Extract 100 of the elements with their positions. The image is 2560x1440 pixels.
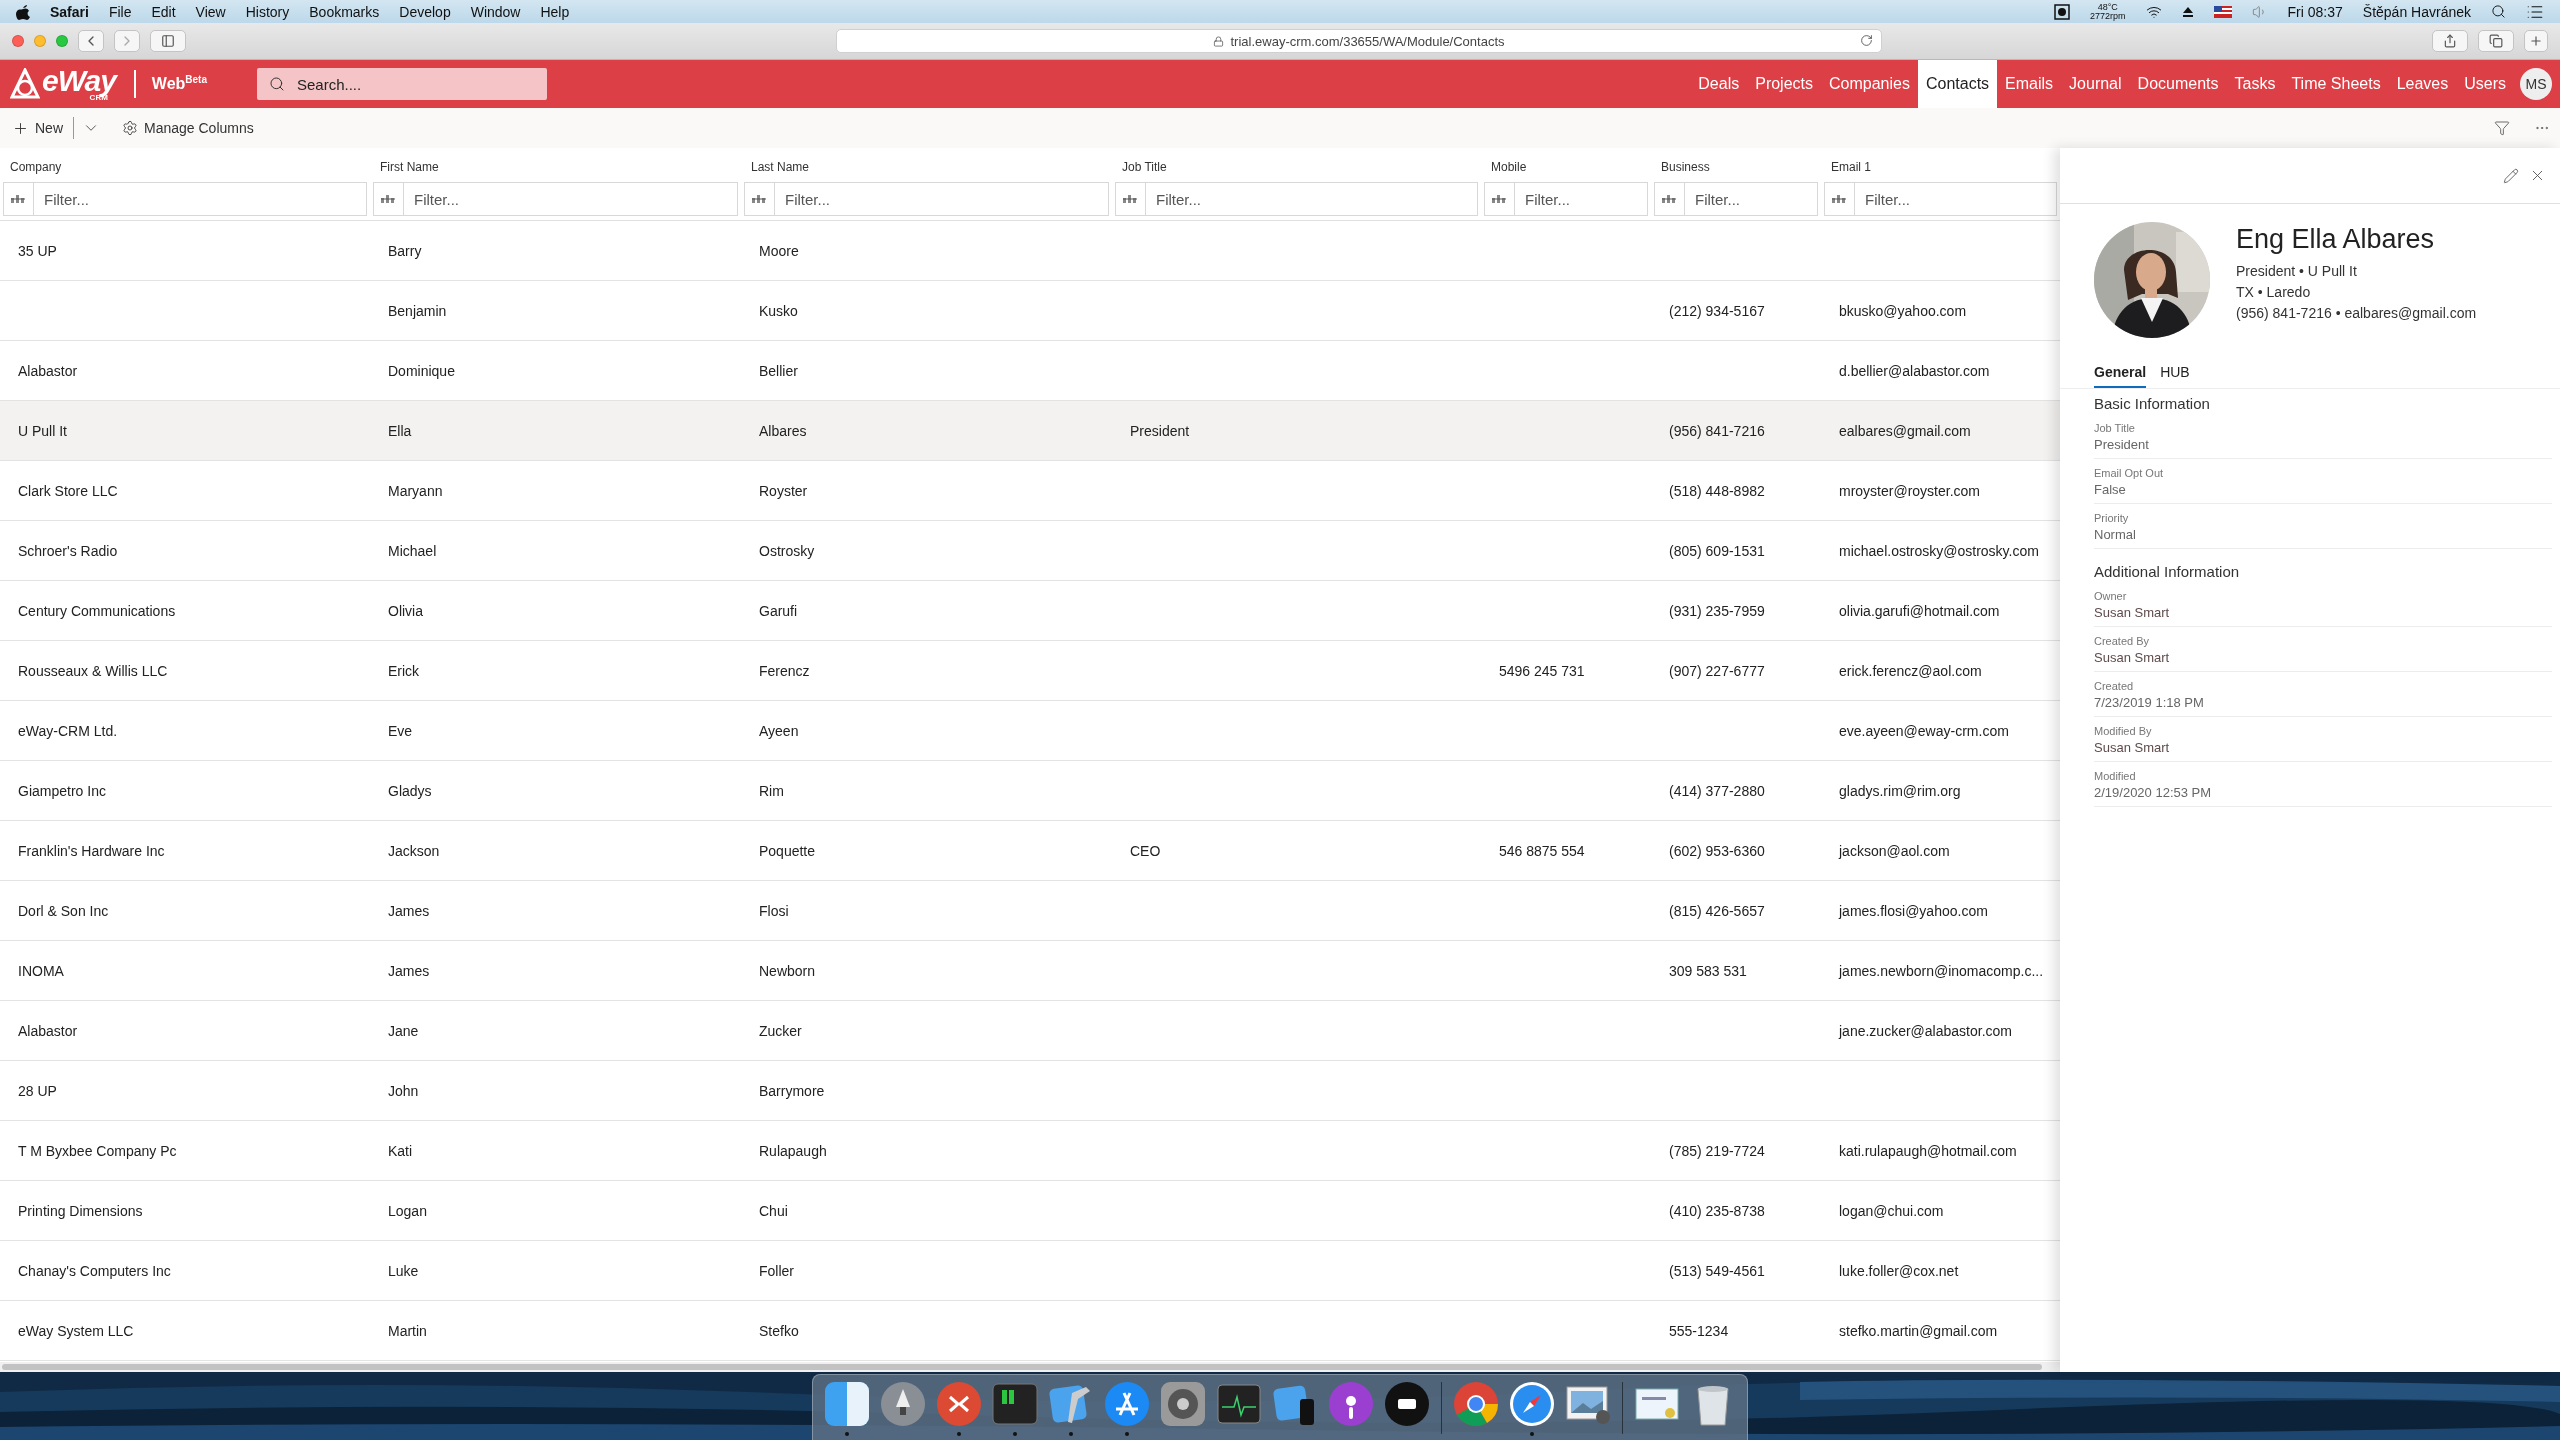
close-button[interactable] xyxy=(12,35,24,47)
product-name: Web$^{Beta}$ xyxy=(151,74,207,94)
podcast-icon[interactable] xyxy=(1326,1379,1376,1429)
scrollbar[interactable] xyxy=(0,1362,2060,1372)
table-cell-text: (518) 448-8982 xyxy=(1668,482,1766,499)
menu-item[interactable]: History xyxy=(245,3,290,20)
fan-icon[interactable] xyxy=(2054,3,2071,20)
table-cell-text: Zucker xyxy=(758,1022,803,1039)
column-header[interactable]: First Name xyxy=(370,148,741,178)
table-cell-text: Ferencz xyxy=(758,662,811,679)
column-header[interactable]: Mobile xyxy=(1481,148,1651,178)
menu-item[interactable]: Help xyxy=(540,3,570,20)
nav-tab[interactable]: Emails xyxy=(1997,60,2062,108)
column-header[interactable]: Last Name xyxy=(741,148,1112,178)
nav-tab[interactable]: Companies xyxy=(1821,60,1918,108)
search-field[interactable]: Search.... xyxy=(257,68,547,100)
eject-icon[interactable] xyxy=(2181,5,2194,18)
table-cell-text: Albares xyxy=(758,422,808,439)
filter-field[interactable]: Filter... xyxy=(1115,182,1478,216)
table-cell-text: olivia.garufi@hotmail.com xyxy=(1838,602,2001,619)
table-row[interactable]: U Pull It Ella Albares President (956) 841-7216 ealbares@gmail.com xyxy=(0,401,2060,461)
new-button[interactable]: New xyxy=(10,119,65,137)
filter-field[interactable]: Filter... xyxy=(1484,182,1648,216)
table-cell-text: luke.foller@cox.net xyxy=(1838,1262,1960,1279)
reload-icon xyxy=(1860,34,1873,47)
rocket-icon[interactable] xyxy=(878,1379,928,1429)
nav-tab[interactable]: Projects xyxy=(1747,60,1821,108)
table-cell-text: (785) 219-7724 xyxy=(1668,1142,1766,1159)
text-type-icon xyxy=(11,194,25,204)
user-name[interactable]: Štěpán Havránek xyxy=(2362,3,2471,20)
field-label: Email Opt Out xyxy=(2094,467,2165,479)
field-label: Job Title xyxy=(2094,422,2136,434)
column-header[interactable]: Business xyxy=(1651,148,1821,178)
table-cell-text: James xyxy=(387,962,431,979)
table-cell-text: CEO xyxy=(1129,842,1162,859)
menu-item[interactable]: Edit xyxy=(151,3,176,20)
nav-tab[interactable]: Tasks xyxy=(2226,60,2284,108)
nav-tab[interactable]: Users xyxy=(2456,60,2514,108)
panel-tab[interactable]: General xyxy=(2094,364,2147,388)
table-cell-text: Kati xyxy=(387,1142,414,1159)
clock-text[interactable]: Fri 08:37 xyxy=(2287,3,2343,20)
nav-tab[interactable]: Leaves xyxy=(2388,60,2457,108)
new-tab-button[interactable] xyxy=(2524,30,2548,52)
compass-icon[interactable] xyxy=(1507,1379,1557,1429)
menu-item[interactable]: View xyxy=(195,3,226,20)
table-cell-text: james.newborn@inomacomp.c... xyxy=(1837,962,2045,979)
filter-field[interactable]: Filter... xyxy=(373,182,738,216)
address-field[interactable]: trial.eway-crm.com/33655/WA/Module/Contacts xyxy=(836,29,1882,53)
flag-icon[interactable] xyxy=(2213,5,2232,18)
filter-field[interactable]: Filter... xyxy=(3,182,367,216)
sidebar-icon xyxy=(161,34,175,48)
manage-columns-button[interactable]: Manage Columns xyxy=(120,120,256,136)
nav-tab[interactable]: Time Sheets xyxy=(2283,60,2389,108)
table-cell-text: eve.ayeen@eway-crm.com xyxy=(1838,722,2010,739)
table-cell-text: Michael xyxy=(387,542,438,559)
panel-tab[interactable]: HUB xyxy=(2160,364,2190,388)
table-cell-text: michael.ostrosky@ostrosky.com xyxy=(1838,542,2040,559)
field-label: Modified By xyxy=(2094,725,2153,737)
share-button[interactable] xyxy=(2432,30,2468,52)
table-cell-text: Foller xyxy=(758,1262,795,1279)
logo-icon xyxy=(10,68,40,100)
menu-item[interactable]: File xyxy=(108,3,132,20)
column-header[interactable]: Email 1 xyxy=(1821,148,2060,178)
text-type-icon xyxy=(1123,194,1137,204)
field-value[interactable]: Susan Smart xyxy=(2094,605,2552,620)
nav-tab[interactable]: Deals xyxy=(1690,60,1748,108)
sidebar-button[interactable] xyxy=(150,30,186,52)
table-cell-text: Dominique xyxy=(387,362,456,379)
gear-icon[interactable] xyxy=(1158,1379,1208,1429)
user-avatar[interactable]: MS xyxy=(2520,68,2552,100)
nav-tab[interactable]: Documents xyxy=(2129,60,2227,108)
tabs-button[interactable] xyxy=(2478,30,2514,52)
field-value[interactable]: Susan Smart xyxy=(2094,740,2552,755)
field-value[interactable]: Susan Smart xyxy=(2094,650,2552,665)
table-cell-text: Bellier xyxy=(758,362,799,379)
tv-icon[interactable] xyxy=(1382,1379,1432,1429)
url-text: trial.eway-crm.com/33655/WA/Module/Contacts xyxy=(1230,33,1505,49)
nav-tab[interactable]: Journal xyxy=(2061,60,2130,108)
field-value: False xyxy=(2094,482,2127,497)
column-header[interactable]: Job Title xyxy=(1112,148,1481,178)
table-cell-text: erick.ferencz@aol.com xyxy=(1838,662,1983,679)
table-cell-text: Royster xyxy=(758,482,809,499)
app-store-icon[interactable] xyxy=(1102,1379,1152,1429)
apple-icon[interactable] xyxy=(16,3,30,20)
edit-button[interactable] xyxy=(2503,167,2519,184)
filter-button[interactable] xyxy=(2494,120,2510,136)
menu-item[interactable]: Bookmarks xyxy=(309,3,380,20)
menu-item[interactable]: Window xyxy=(470,3,521,20)
nav-tab[interactable]: Contacts xyxy=(1917,60,1998,108)
field-value: 2/19/2020 12:53 PM xyxy=(2094,785,2213,800)
app-menu[interactable]: Safari xyxy=(50,3,89,20)
filter-field[interactable]: Filter... xyxy=(744,182,1109,216)
filter-field[interactable]: Filter... xyxy=(1654,182,1818,216)
column-header[interactable]: Company xyxy=(0,148,370,178)
table-cell-text: d.bellier@alabastor.com xyxy=(1838,362,1991,379)
browser-icon[interactable] xyxy=(1451,1379,1501,1429)
table-cell-text: gladys.rim@rim.org xyxy=(1838,782,1962,799)
section-title: Additional Information xyxy=(2094,562,2241,582)
menu-item[interactable]: Develop xyxy=(399,3,451,20)
filter-field[interactable]: Filter... xyxy=(1824,182,2057,216)
